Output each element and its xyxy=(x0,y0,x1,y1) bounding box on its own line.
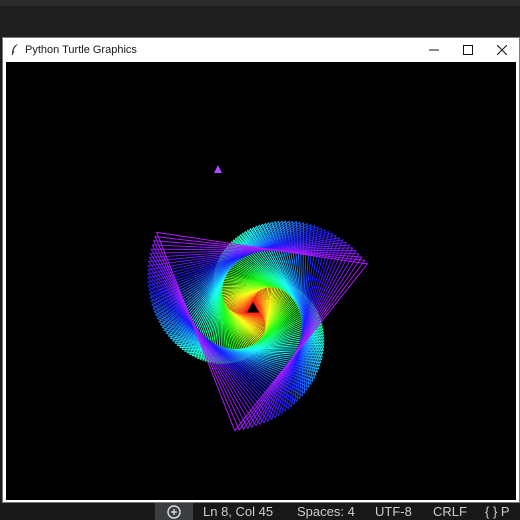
close-button[interactable] xyxy=(485,38,519,61)
zoom-button[interactable] xyxy=(155,503,193,520)
window-title: Python Turtle Graphics xyxy=(25,43,137,56)
turtle-canvas[interactable] xyxy=(6,62,516,500)
maximize-icon xyxy=(463,44,473,55)
turtle-cursor-icon xyxy=(214,165,222,173)
editor-background xyxy=(0,0,520,38)
close-icon xyxy=(497,44,507,55)
turtle-window[interactable]: Python Turtle Graphics xyxy=(2,37,520,503)
language-mode[interactable]: { } P xyxy=(485,504,510,520)
encoding-setting[interactable]: UTF-8 xyxy=(375,504,412,520)
window-titlebar[interactable]: Python Turtle Graphics xyxy=(3,38,519,61)
line-ending-setting[interactable]: CRLF xyxy=(433,504,467,520)
window-controls xyxy=(417,38,519,61)
editor-tab-strip xyxy=(0,0,520,6)
status-bar: Ln 8, Col 45 Spaces: 4 UTF-8 CRLF { } P xyxy=(0,503,520,520)
minimize-button[interactable] xyxy=(417,38,451,61)
minimize-icon xyxy=(429,49,439,50)
maximize-button[interactable] xyxy=(451,38,485,61)
spiral-drawing xyxy=(146,165,369,432)
zoom-in-icon xyxy=(167,504,181,519)
feather-icon xyxy=(8,42,22,58)
indentation-setting[interactable]: Spaces: 4 xyxy=(297,504,355,520)
cursor-position[interactable]: Ln 8, Col 45 xyxy=(203,504,273,520)
